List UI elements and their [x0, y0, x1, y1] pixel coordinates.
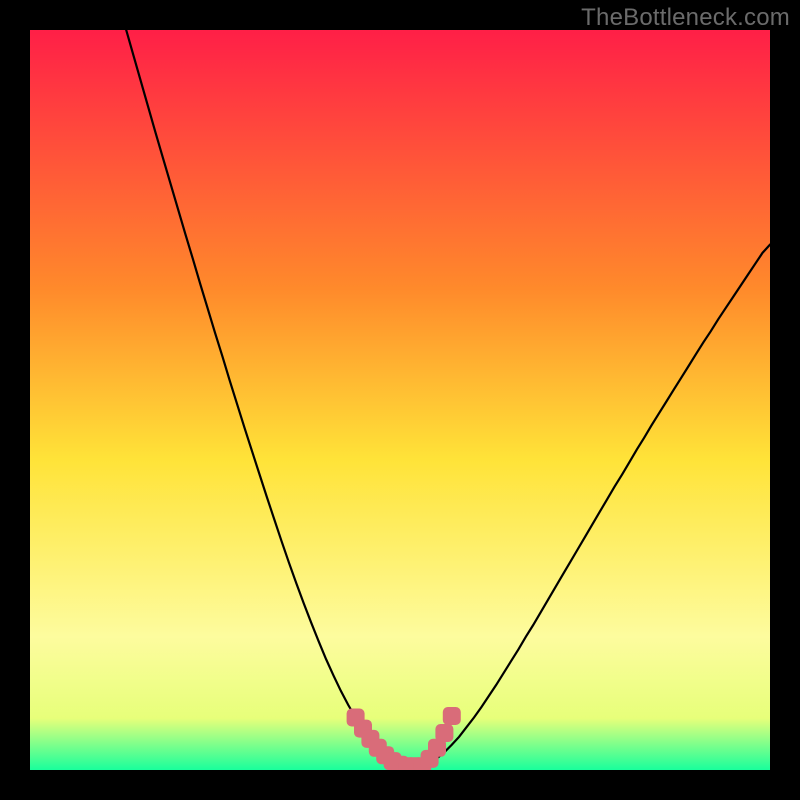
watermark-text: TheBottleneck.com	[581, 4, 790, 32]
plot-area	[30, 30, 770, 770]
chart-svg	[30, 30, 770, 770]
chart-frame: TheBottleneck.com	[0, 0, 800, 800]
gradient-background	[30, 30, 770, 770]
valley-marker	[435, 724, 453, 742]
valley-marker	[443, 707, 461, 725]
